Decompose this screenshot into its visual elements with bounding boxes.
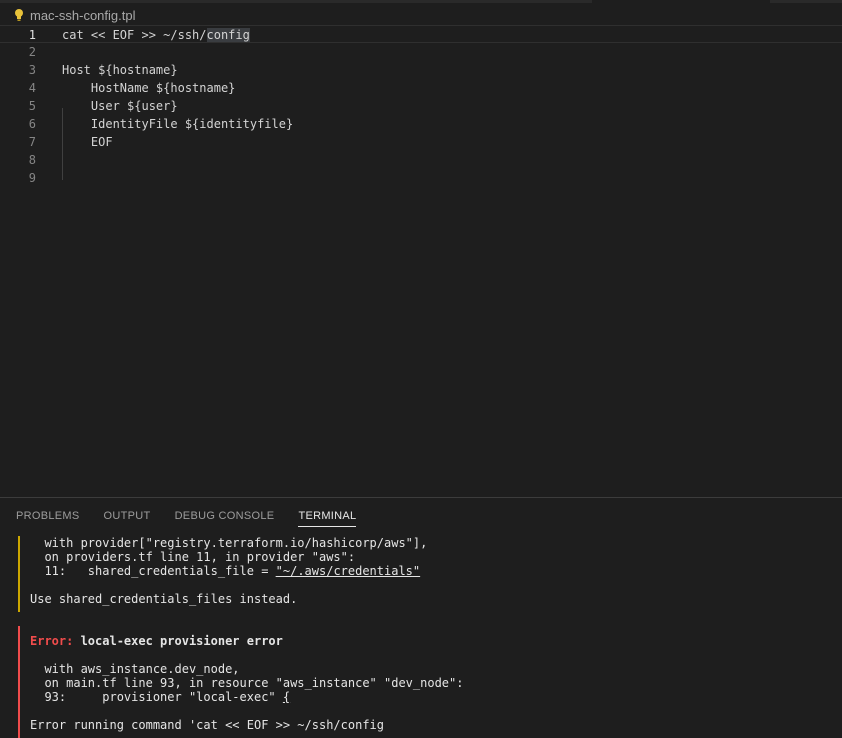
editor-line-6[interactable]: 6 IdentityFile ${identityfile} [0,115,842,133]
bottom-panel: PROBLEMS OUTPUT DEBUG CONSOLE TERMINAL w… [0,497,842,738]
error-bar [18,626,20,738]
line-content[interactable]: EOF [62,133,113,151]
line-number: 6 [28,117,36,131]
tab-debug-console[interactable]: DEBUG CONSOLE [175,510,275,527]
line-text: cat << EOF >> ~/ssh/ [62,28,207,42]
line-content[interactable]: User ${user} [62,97,178,115]
terminal-line: on providers.tf line 11, in provider "aw… [30,550,356,564]
editor-line-9[interactable]: 9 [0,169,842,187]
breadcrumb[interactable]: mac-ssh-config.tpl [14,6,135,24]
editor-line-4[interactable]: 4 HostName ${hostname} [0,79,842,97]
line-number: 7 [28,135,36,149]
error-label: Error: [30,634,74,648]
line-number: 5 [28,99,36,113]
tab-strip-right [770,0,842,3]
terminal[interactable]: with provider["registry.terraform.io/has… [0,536,842,738]
line-content[interactable]: cat << EOF >> ~/ssh/config [62,26,250,44]
terminal-line: 11: shared_credentials_file = "~/.aws/cr… [30,564,420,578]
terminal-line: with aws_instance.dev_node, [30,662,240,676]
panel-tabs: PROBLEMS OUTPUT DEBUG CONSOLE TERMINAL [16,510,357,527]
editor-line-3[interactable]: 3 Host ${hostname} [0,61,842,79]
tab-terminal[interactable]: TERMINAL [298,510,357,527]
terminal-link[interactable]: "~/.aws/credentials" [276,564,421,578]
tab-output[interactable]: OUTPUT [104,510,151,527]
editor-line-1[interactable]: 1 cat << EOF >> ~/ssh/config [0,25,842,43]
lightbulb-icon[interactable] [14,8,24,22]
warning-bar [18,536,20,612]
line-number: 3 [28,63,36,77]
editor-line-8[interactable]: 8 [0,151,842,169]
editor-line-7[interactable]: 7 EOF [0,133,842,151]
terminal-text: 93: provisioner "local-exec" [30,690,283,704]
terminal-line: 93: provisioner "local-exec" { [30,690,290,704]
file-name[interactable]: mac-ssh-config.tpl [30,8,135,23]
terminal-link[interactable]: { [283,690,290,704]
tab-strip-left [0,0,592,3]
terminal-line: on main.tf line 93, in resource "aws_ins… [30,676,464,690]
selected-text[interactable]: config [206,28,250,42]
editor-line-2[interactable]: 2 [0,43,842,61]
editor-line-5[interactable]: 5 User ${user} [0,97,842,115]
code-editor[interactable]: 1 cat << EOF >> ~/ssh/config 2 3 Host ${… [0,24,842,496]
line-number: 4 [28,81,36,95]
error-title-text: local-exec provisioner error [73,634,283,648]
line-number: 1 [28,28,36,42]
terminal-line: Error running command 'cat << EOF >> ~/s… [30,718,385,732]
terminal-text: 11: shared_credentials_file = [30,564,276,578]
tab-problems[interactable]: PROBLEMS [16,510,80,527]
line-content[interactable]: IdentityFile ${identityfile} [62,115,293,133]
terminal-line: with provider["registry.terraform.io/has… [30,536,428,550]
line-number: 2 [28,45,36,59]
line-content[interactable]: HostName ${hostname} [62,79,236,97]
line-content[interactable]: Host ${hostname} [62,61,178,79]
line-number: 8 [28,153,36,167]
line-number: 9 [28,171,36,185]
terminal-error-title: Error: local-exec provisioner error [30,634,283,648]
terminal-line: Use shared_credentials_files instead. [30,592,298,606]
tab-strip [0,0,842,4]
